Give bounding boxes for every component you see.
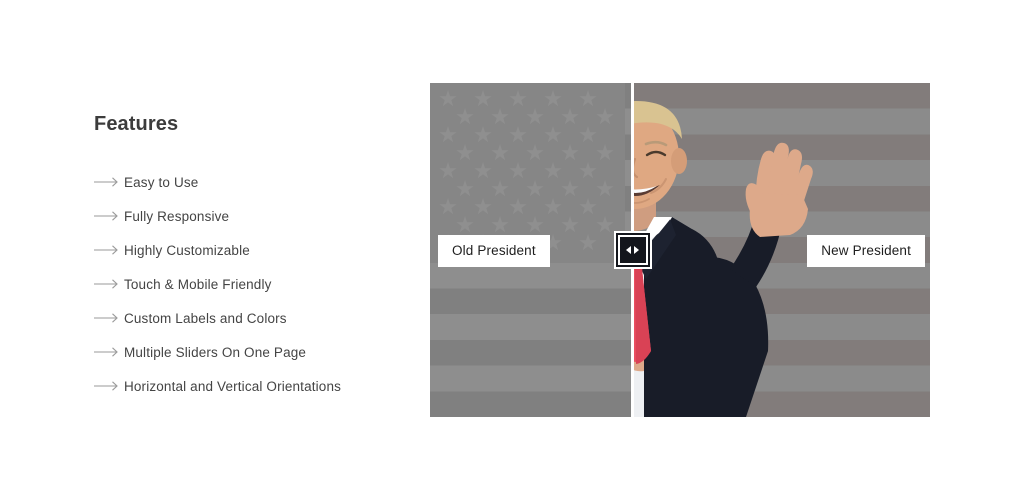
feature-label: Highly Customizable — [124, 242, 250, 258]
feature-label: Touch & Mobile Friendly — [124, 276, 272, 292]
triangle-right-icon — [634, 246, 639, 254]
feature-label: Easy to Use — [124, 174, 199, 190]
features-panel: Features Easy to Use Fully Responsive Hi… — [94, 112, 394, 403]
feature-label: Custom Labels and Colors — [124, 310, 287, 326]
page-root: Features Easy to Use Fully Responsive Hi… — [0, 0, 1024, 501]
features-list: Easy to Use Fully Responsive Highly Cust… — [94, 165, 394, 403]
before-label: Old President — [438, 235, 550, 267]
arrow-right-icon — [94, 347, 124, 357]
feature-item-horizontal-and-vertical-orientations: Horizontal and Vertical Orientations — [94, 369, 394, 403]
triangle-left-icon — [626, 246, 631, 254]
slider-drag-handle[interactable] — [613, 231, 652, 269]
feature-label: Fully Responsive — [124, 208, 230, 224]
feature-item-fully-responsive: Fully Responsive — [94, 199, 394, 233]
slider-handle-inner — [617, 235, 648, 265]
feature-label: Multiple Sliders On One Page — [124, 344, 307, 360]
feature-item-multiple-sliders-on-one-page: Multiple Sliders On One Page — [94, 335, 394, 369]
arrow-right-icon — [94, 211, 124, 221]
feature-item-touch-mobile-friendly: Touch & Mobile Friendly — [94, 267, 394, 301]
arrow-right-icon — [94, 245, 124, 255]
arrow-right-icon — [94, 279, 124, 289]
feature-item-custom-labels-and-colors: Custom Labels and Colors — [94, 301, 394, 335]
image-comparison-slider[interactable]: Old President New President — [430, 83, 930, 417]
arrow-right-icon — [94, 381, 124, 391]
arrow-right-icon — [94, 177, 124, 187]
feature-item-highly-customizable: Highly Customizable — [94, 233, 394, 267]
feature-label: Horizontal and Vertical Orientations — [124, 378, 342, 394]
features-heading: Features — [94, 113, 179, 135]
feature-item-easy-to-use: Easy to Use — [94, 165, 394, 199]
arrow-right-icon — [94, 313, 124, 323]
after-label: New President — [807, 235, 925, 267]
